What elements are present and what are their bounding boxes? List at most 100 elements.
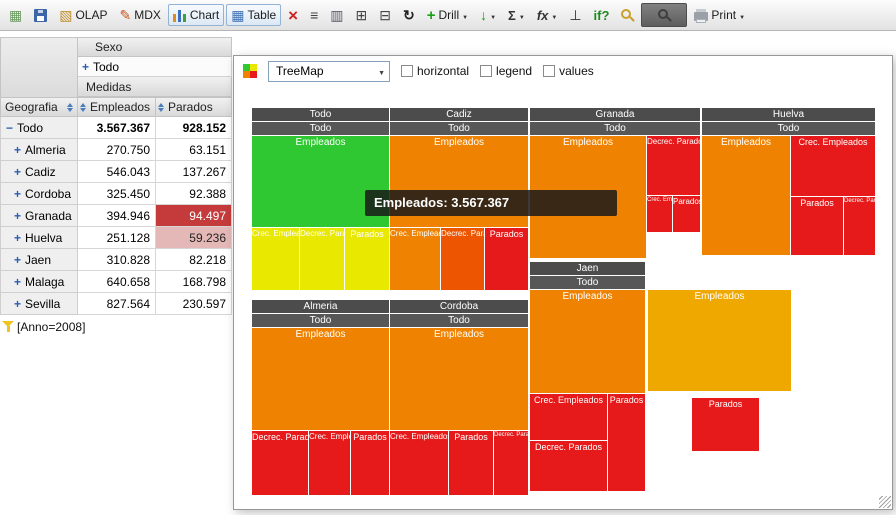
row-label: Cadiz	[25, 165, 56, 179]
treemap-cell[interactable]: Decrec. Parados	[494, 431, 528, 495]
resize-handle[interactable]	[879, 496, 891, 508]
mdx-button[interactable]: MDX	[114, 4, 165, 26]
expand-icon[interactable]: +	[13, 143, 22, 157]
treemap-cell[interactable]: Parados	[351, 431, 389, 495]
treemap-cell[interactable]: Parados	[692, 398, 759, 451]
sexo-dimension-header[interactable]: Sexo	[78, 37, 232, 57]
refresh-button[interactable]	[398, 4, 420, 26]
table-row: +Jaen310.82882.218	[0, 249, 232, 271]
treemap-group-sub: Todo	[252, 122, 389, 135]
treemap-window: TreeMap horizontal legend values TodoTod…	[233, 55, 893, 510]
table-export-button[interactable]	[374, 4, 396, 26]
empleados-label: Empleados	[90, 100, 150, 114]
row-header-todo[interactable]: −Todo	[0, 117, 78, 139]
inspect-button[interactable]	[616, 4, 639, 26]
row-header-sevilla[interactable]: +Sevilla	[0, 293, 78, 315]
treemap-cell[interactable]: Parados	[791, 197, 843, 255]
row-header-jaen[interactable]: +Jaen	[0, 249, 78, 271]
treemap-cell[interactable]: Parados	[608, 394, 645, 491]
medidas-header[interactable]: Medidas	[78, 77, 232, 97]
sort-icon[interactable]	[67, 103, 74, 112]
row-header-malaga[interactable]: +Malaga	[0, 271, 78, 293]
grid-button[interactable]	[4, 4, 27, 26]
sort-icon[interactable]	[158, 103, 165, 112]
chevron-down-icon[interactable]	[739, 6, 745, 24]
treemap-cell[interactable]: Crec. Empleados	[791, 136, 875, 196]
treemap-cell[interactable]: Crec. Empleados	[390, 228, 440, 290]
aggregate-button-glyph: Σ	[508, 9, 516, 22]
chevron-down-icon[interactable]	[519, 6, 525, 24]
collapse-icon[interactable]: −	[5, 121, 14, 135]
column-header-parados[interactable]: Parados	[156, 97, 232, 117]
cell-empleados: 3.567.367	[78, 117, 156, 139]
treemap-cell[interactable]: Empleados	[702, 136, 790, 255]
green-down-icon	[480, 8, 487, 22]
row-header-cordoba[interactable]: +Cordoba	[0, 183, 78, 205]
treemap-cell[interactable]: Decrec. Parados	[252, 431, 308, 495]
expand-icon[interactable]: +	[13, 165, 22, 179]
chevron-down-icon[interactable]	[462, 6, 468, 24]
treemap-cell[interactable]: Crec. Empleados	[252, 228, 299, 290]
treemap-cell[interactable]: Empleados	[252, 328, 389, 430]
row-label: Malaga	[25, 275, 64, 289]
expand-icon[interactable]: +	[13, 253, 22, 267]
treemap-cell[interactable]: Empleados	[530, 290, 645, 393]
treemap-cell[interactable]: Decrec. Parados	[647, 136, 700, 195]
expand-icon[interactable]: +	[13, 209, 22, 223]
drill-button[interactable]: Drill	[422, 4, 473, 26]
chart-button-label: Chart	[190, 8, 219, 22]
tools-button[interactable]	[283, 4, 303, 26]
axis-button[interactable]	[564, 4, 586, 26]
functions-button[interactable]: fx	[532, 4, 563, 26]
treemap-cell[interactable]: Parados	[449, 431, 493, 495]
save-button[interactable]	[29, 4, 52, 26]
chart-tools-button[interactable]	[641, 3, 687, 27]
expand-icon[interactable]: +	[81, 60, 90, 74]
treemap-group-header: Cordoba	[390, 300, 528, 313]
pencil-icon	[119, 8, 131, 22]
cell-parados: 137.267	[156, 161, 232, 183]
chevron-down-icon[interactable]	[551, 6, 557, 24]
row-header-huelva[interactable]: +Huelva	[0, 227, 78, 249]
column-header-empleados[interactable]: Empleados	[78, 97, 156, 117]
treemap-cell[interactable]: Decrec. Parados	[441, 228, 484, 290]
treemap-cell[interactable]: Decrec. Parados	[844, 197, 875, 255]
expand-icon[interactable]: +	[13, 275, 22, 289]
column-header-geografia[interactable]: Geografia	[0, 97, 78, 117]
expand-icon[interactable]: +	[13, 187, 22, 201]
hierarchy-button[interactable]	[305, 4, 323, 26]
columns-button[interactable]	[325, 4, 348, 26]
olap-button[interactable]: OLAP	[54, 4, 112, 26]
treemap-cell[interactable]: Crec. Empleados	[647, 196, 672, 232]
window-button[interactable]	[351, 4, 373, 26]
row-header-almeria[interactable]: +Almeria	[0, 139, 78, 161]
move-down-button[interactable]	[475, 4, 501, 26]
axis-icon	[569, 8, 581, 22]
if-button[interactable]: if?	[589, 4, 615, 26]
treemap-cell[interactable]: Parados	[673, 196, 700, 232]
treemap-cell[interactable]: Crec. Empleados	[390, 431, 448, 495]
treemap-cell[interactable]: Decrec. Parados	[530, 441, 607, 491]
treemap-group-header: Todo	[252, 108, 389, 121]
aggregate-button[interactable]: Σ	[503, 4, 530, 26]
treemap-cell[interactable]: Parados	[345, 228, 389, 290]
treemap-cell[interactable]: Empleados	[648, 290, 791, 391]
filter-funnel-icon	[2, 321, 14, 333]
chart-button[interactable]: Chart	[168, 4, 224, 26]
table-button[interactable]: Table	[226, 4, 281, 26]
sexo-member-cell[interactable]: + Todo	[78, 57, 232, 77]
treemap-cell[interactable]: Decrec. Parados	[300, 228, 344, 290]
treemap-cell[interactable]: Empleados	[390, 328, 528, 430]
cell-parados: 168.798	[156, 271, 232, 293]
pivot-rows: −Todo3.567.367928.152+Almeria270.75063.1…	[0, 117, 232, 315]
print-button[interactable]: Print	[689, 4, 750, 26]
treemap-cell[interactable]: Crec. Empleados	[309, 431, 350, 495]
expand-icon[interactable]: +	[13, 231, 22, 245]
row-header-cadiz[interactable]: +Cadiz	[0, 161, 78, 183]
row-header-granada[interactable]: +Granada	[0, 205, 78, 227]
sort-icon[interactable]	[80, 103, 87, 112]
chevron-down-icon[interactable]	[490, 6, 496, 24]
expand-icon[interactable]: +	[13, 297, 22, 311]
treemap-cell[interactable]: Crec. Empleados	[530, 394, 607, 440]
treemap-cell[interactable]: Parados	[485, 228, 528, 290]
